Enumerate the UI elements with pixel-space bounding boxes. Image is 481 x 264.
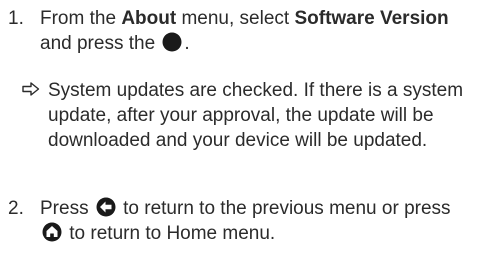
text-segment: and press the: [40, 33, 161, 54]
arrow-right-icon: [22, 82, 40, 96]
step-text: Press to return to the previous menu or …: [40, 196, 478, 246]
step-number: 1.: [8, 8, 24, 29]
ok-circle-icon: [162, 32, 182, 52]
home-circle-icon: [42, 222, 62, 242]
text-segment: menu, select: [176, 8, 295, 29]
text-segment: to return to Home menu.: [64, 223, 276, 244]
about-menu-name: About: [121, 8, 177, 29]
step-2: 2. Press to return to the previous menu …: [8, 196, 478, 256]
back-arrow-circle-icon: [96, 197, 116, 217]
note-text: System updates are checked. If there is …: [48, 80, 464, 151]
step-text: From the About menu, select Software Ver…: [40, 6, 478, 56]
text-segment: Press: [40, 198, 94, 219]
text-segment: to return to the previous menu or press: [117, 198, 451, 219]
step-number: 2.: [8, 198, 24, 219]
step-1-result-note: System updates are checked. If there is …: [22, 78, 480, 188]
text-segment: .: [184, 33, 190, 54]
step-1: 1. From the About menu, select Software …: [8, 6, 478, 66]
text-segment: From the: [40, 8, 122, 29]
software-version-option: Software Version: [294, 8, 449, 29]
